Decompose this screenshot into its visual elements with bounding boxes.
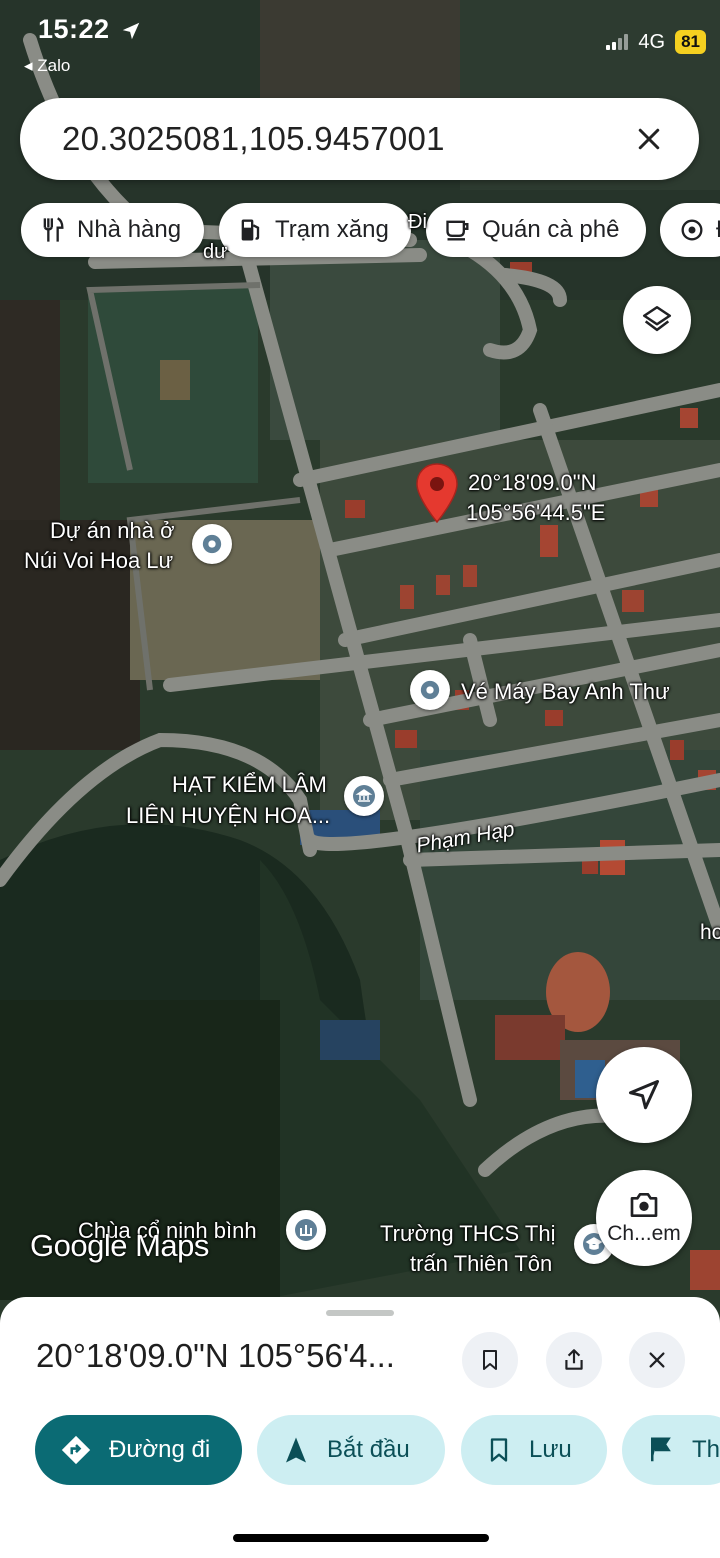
directions-icon — [59, 1433, 93, 1467]
chip-cafes[interactable]: Quán cà phê — [426, 203, 646, 257]
start-label: Bắt đầu — [327, 1436, 410, 1463]
save-label: Lưu — [529, 1436, 572, 1463]
chip-label: Đ — [716, 216, 720, 244]
google-maps-watermark: Google Maps — [30, 1228, 209, 1263]
layers-icon — [642, 305, 672, 332]
place-details-sheet: 20°18'09.0"N 105°56'4... Đường đi Bắt đầ… — [0, 1297, 720, 1558]
close-sheet-button[interactable] — [629, 1332, 685, 1388]
attractions-icon — [678, 216, 706, 244]
poi-forest-office-marker[interactable] — [344, 776, 384, 816]
my-location-button[interactable] — [596, 1047, 692, 1143]
map-label-partial: ho — [700, 921, 720, 944]
directions-button[interactable]: Đường đi — [35, 1415, 242, 1485]
navigation-icon — [281, 1434, 311, 1466]
poi-label-school: Trường THCS Thị — [380, 1221, 556, 1246]
directions-label: Đường đi — [109, 1436, 211, 1463]
share-button[interactable] — [546, 1332, 602, 1388]
chip-label: Nhà hàng — [77, 216, 182, 243]
label-button-text: Th — [692, 1436, 720, 1463]
close-icon — [649, 1352, 665, 1368]
battery-level: 81 — [675, 30, 706, 54]
poi-label-housing-project-line2: Núi Voi Hoa Lư — [24, 548, 174, 573]
pin-latitude-label: 20°18'09.0"N — [468, 470, 597, 495]
dropped-pin-icon[interactable] — [414, 462, 460, 526]
drag-handle[interactable] — [326, 1310, 394, 1316]
poi-label-school-line2: trấn Thiên Tôn — [410, 1251, 553, 1276]
poi-label-forest-office-line2: LIÊN HUYỆN HOA... — [126, 803, 331, 828]
status-indicators: 4G 81 — [606, 30, 706, 54]
back-to-app-link[interactable]: ◂ Zalo — [24, 56, 70, 76]
poi-housing-project-marker[interactable] — [192, 524, 232, 564]
government-building-icon — [353, 785, 375, 807]
network-type: 4G — [638, 30, 666, 53]
pin-longitude-label: 105°56'44.5"E — [466, 500, 606, 525]
chip-label: Quán cà phê — [482, 216, 620, 243]
share-icon — [565, 1349, 583, 1370]
home-indicator — [233, 1534, 489, 1542]
navigation-arrow-icon — [629, 1080, 659, 1110]
camera-button-label: Ch...em — [607, 1222, 681, 1245]
poi-temple-marker[interactable] — [286, 1210, 326, 1250]
location-marker-icon — [202, 534, 222, 554]
place-title: 20°18'09.0"N 105°56'4... — [36, 1337, 395, 1374]
search-input[interactable]: 20.3025081,105.9457001 — [62, 120, 621, 158]
close-icon — [638, 128, 660, 150]
map-label-partial: dư — [203, 241, 228, 263]
chip-restaurants[interactable]: Nhà hàng — [21, 203, 204, 257]
search-bar[interactable]: 20.3025081,105.9457001 — [20, 98, 699, 180]
chip-attractions[interactable]: Đ — [660, 203, 720, 257]
layers-button[interactable] — [623, 286, 691, 354]
temple-icon — [295, 1219, 317, 1241]
bookmark-icon — [483, 1350, 497, 1370]
location-marker-icon — [420, 680, 440, 700]
location-arrow-icon — [122, 22, 140, 40]
chip-label: Trạm xăng — [275, 216, 389, 243]
poi-label-housing-project: Dự án nhà ở — [50, 518, 175, 543]
start-navigation-button[interactable]: Bắt đầu — [257, 1415, 445, 1485]
save-list-button[interactable] — [462, 1332, 518, 1388]
bookmark-icon — [485, 1434, 513, 1466]
poi-label-forest-office: HẠT KIỂM LÂM — [172, 772, 327, 797]
signal-icon — [606, 34, 629, 50]
camera-icon — [630, 1193, 658, 1217]
restaurant-icon — [39, 216, 67, 244]
coffee-icon — [444, 216, 472, 244]
chip-gas-stations[interactable]: Trạm xăng — [219, 203, 411, 257]
map-label-partial: Đi — [408, 211, 427, 233]
label-button[interactable]: Th — [622, 1415, 720, 1485]
gas-station-icon — [237, 216, 265, 244]
poi-ticket-agency-marker[interactable] — [410, 670, 450, 710]
flag-icon — [646, 1434, 676, 1466]
clear-search-button[interactable] — [621, 111, 677, 167]
status-time: 15:22 — [38, 14, 110, 44]
save-button[interactable]: Lưu — [461, 1415, 607, 1485]
camera-search-button[interactable]: Ch...em — [596, 1170, 692, 1266]
poi-label-ticket-agency: Vé Máy Bay Anh Thư — [461, 679, 670, 704]
